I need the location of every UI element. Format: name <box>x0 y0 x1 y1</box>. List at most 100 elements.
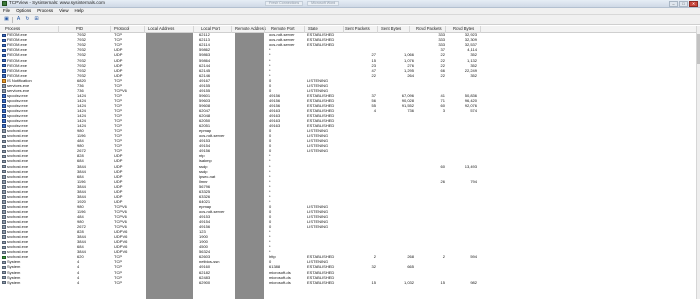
cell-protocol: TCP <box>114 279 122 285</box>
col-local-address[interactable]: Local Address <box>148 26 174 31</box>
table-body: FiEOM.exe 7932 TCP 62112 ocs-ndt-server ESTAB… <box>0 33 700 299</box>
cell-rcvd-packets: 15 <box>440 279 445 285</box>
cell-remote-port: 61388 <box>269 264 281 270</box>
menu-file[interactable]: File <box>0 8 13 13</box>
menu-bar: File Options Process View Help <box>0 8 700 15</box>
process-icon <box>2 134 6 139</box>
process-icon <box>2 73 6 78</box>
cell-sent-bytes: 276 <box>407 62 414 68</box>
process-icon <box>2 230 6 235</box>
menu-process[interactable]: Process <box>34 8 56 13</box>
cell-remote-port: * <box>269 57 271 63</box>
cell-protocol: TCP <box>114 264 122 270</box>
cell-protocol: UDP <box>114 163 123 169</box>
column-divider[interactable] <box>480 26 481 33</box>
process-icon <box>2 190 6 194</box>
cell-rcvd-packets: 22 <box>440 52 445 58</box>
window-title: TCPView - Sysinternals: www.sysinternals… <box>9 0 105 6</box>
title-bar: TCPView - Sysinternals: www.sysinternals… <box>0 0 700 8</box>
column-divider[interactable] <box>409 26 410 33</box>
cell-process: FiEOM.exe <box>7 57 28 63</box>
process-icon <box>2 275 6 280</box>
ghost-tab[interactable]: Microsoft Word <box>307 1 340 6</box>
minimize-icon[interactable]: – <box>669 1 678 7</box>
process-icon <box>2 53 6 58</box>
cell-state: ESTABLISHED <box>307 42 335 48</box>
vertical-scrollbar[interactable] <box>696 26 700 299</box>
cell-pid: 684 <box>77 173 84 179</box>
cell-process: System <box>7 264 21 270</box>
refresh-icon[interactable]: A <box>15 16 22 23</box>
cell-rcvd-bytes: 794 <box>470 178 477 184</box>
column-divider[interactable] <box>144 26 145 33</box>
cell-remote-port: ocs-ndt-server <box>269 42 295 48</box>
cell-local-port: ssdp <box>199 163 208 169</box>
col-rcvd-packets[interactable]: Rcvd Packets <box>416 26 442 31</box>
cell-remote-port: * <box>269 173 271 179</box>
cell-local-port: 62182 <box>199 269 211 275</box>
cell-protocol: TCP <box>114 269 122 275</box>
cell-local-port: ssdp <box>199 168 208 174</box>
process-icon <box>2 129 6 134</box>
resolve-addresses-icon[interactable]: ⊞ <box>33 16 40 23</box>
col-state[interactable]: State <box>308 26 318 31</box>
cell-protocol: UDP <box>114 52 123 58</box>
app-icon <box>2 1 7 6</box>
col-protocol[interactable]: Protocol <box>114 26 129 31</box>
column-divider[interactable] <box>377 26 378 33</box>
cell-process: System <box>7 274 21 280</box>
process-icon <box>2 43 6 48</box>
col-sent-packets[interactable]: Sent Packets <box>345 26 370 31</box>
cell-process: System <box>7 269 21 275</box>
ghost-tab[interactable]: Fresh Connections <box>265 1 304 6</box>
process-icon <box>2 33 6 38</box>
cell-sent-packets: 22 <box>371 72 376 78</box>
process-icon <box>2 149 6 154</box>
column-divider[interactable] <box>110 26 111 33</box>
cell-remote-port: microsoft-ds <box>269 279 291 285</box>
cell-rcvd-bytes: 352 <box>470 52 477 58</box>
process-icon <box>2 215 6 219</box>
column-divider[interactable] <box>58 26 59 33</box>
column-divider[interactable] <box>445 26 446 33</box>
column-divider[interactable] <box>343 26 344 33</box>
col-local-port[interactable]: Local Port <box>201 26 220 31</box>
process-icon <box>2 220 6 224</box>
table-row[interactable]: System 4 TCP 62900 microsoft-ds ESTABLISHED 15… <box>0 280 700 285</box>
cell-remote-port: * <box>269 158 271 164</box>
process-icon <box>2 114 6 118</box>
col-pid[interactable]: PID <box>76 26 83 31</box>
cell-local-port: 59863 <box>199 52 211 58</box>
col-remote-port[interactable]: Remote Port <box>271 26 295 31</box>
cell-rcvd-packets: 22 <box>440 62 445 68</box>
process-icon <box>2 99 6 103</box>
cell-remote-port: * <box>269 163 271 169</box>
menu-help[interactable]: Help <box>72 8 87 13</box>
cell-process: System <box>7 279 21 285</box>
column-divider[interactable] <box>304 26 305 33</box>
maximize-icon[interactable]: □ <box>679 1 688 7</box>
col-rcvd-bytes[interactable]: Rcvd Bytes <box>453 26 474 31</box>
column-divider[interactable] <box>231 26 232 33</box>
cell-sent-packets: 27 <box>371 52 376 58</box>
cell-sent-packets: 15 <box>371 279 376 285</box>
column-divider[interactable] <box>264 26 265 33</box>
save-icon[interactable]: ▣ <box>3 16 10 23</box>
process-icon <box>2 255 6 260</box>
cell-pid: 7932 <box>77 57 86 63</box>
column-divider[interactable] <box>193 26 194 33</box>
cell-rcvd-packets: 22 <box>440 72 445 78</box>
cell-rcvd-packets: 2 <box>442 254 445 260</box>
cell-state: ESTABLISHED <box>307 264 335 270</box>
auto-refresh-icon[interactable]: ↻ <box>24 16 31 23</box>
menu-view[interactable]: View <box>56 8 71 13</box>
col-sent-bytes[interactable]: Sent Bytes <box>381 26 401 31</box>
process-icon <box>2 154 6 159</box>
col-process[interactable]: Process <box>5 26 20 31</box>
menu-options[interactable]: Options <box>13 8 34 13</box>
close-icon[interactable]: ✕ <box>689 1 698 7</box>
cell-process: FiEOM.exe <box>7 62 28 68</box>
col-remote-address[interactable]: Remote Address <box>235 26 266 31</box>
table-header: Process PID Protocol Local Address Local… <box>0 26 700 33</box>
cell-state: ESTABLISHED <box>307 279 335 285</box>
